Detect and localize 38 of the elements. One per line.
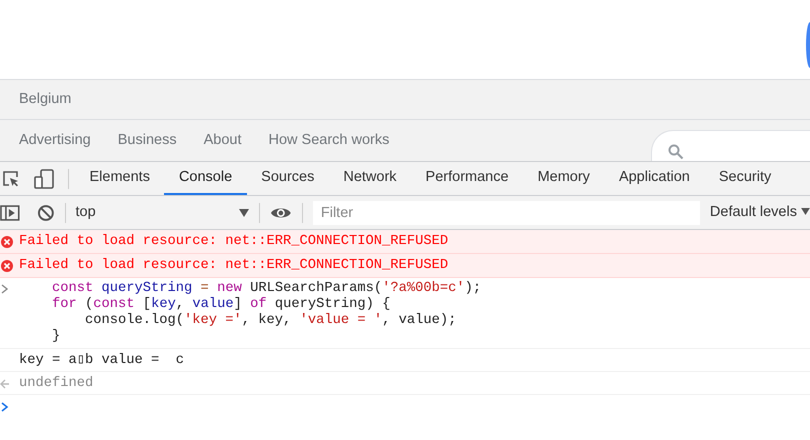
panel-tab[interactable]: Sources xyxy=(246,162,329,195)
device-toolbar-icon[interactable] xyxy=(34,168,54,188)
filter-field[interactable]: Filter xyxy=(312,200,700,224)
code-line: } xyxy=(51,329,62,345)
log-output: key = a▯b value = c xyxy=(19,353,184,368)
result-value: undefined xyxy=(19,376,94,391)
footer-link[interactable]: About xyxy=(204,130,242,152)
caret-icon xyxy=(801,208,810,216)
footer-link[interactable]: How Search works xyxy=(268,130,390,152)
error-message: Failed to load resource: net::ERR_CONNECTION_REFUSED xyxy=(19,258,448,273)
levels-dropdown[interactable]: Default levels xyxy=(710,202,810,224)
search-field[interactable] xyxy=(651,130,810,161)
context-dropdown[interactable]: top xyxy=(75,202,250,224)
footer-region: Belgium xyxy=(19,90,72,109)
error-icon xyxy=(0,235,14,249)
caret-icon xyxy=(239,208,250,216)
sidebar-toggle-icon[interactable] xyxy=(0,204,20,222)
inspect-icon[interactable] xyxy=(2,170,20,188)
chevron-icon xyxy=(1,284,9,294)
context-value: top xyxy=(75,202,96,222)
panel-tab[interactable]: Performance xyxy=(411,162,524,195)
error-icon xyxy=(0,259,14,273)
code-line: const queryString = new URLSearchParams('?a%00b=c'); xyxy=(51,281,482,297)
clear-console-icon[interactable] xyxy=(36,204,54,222)
error-message: Failed to load resource: net::ERR_CONNECTION_REFUSED xyxy=(19,234,448,249)
search-icon xyxy=(668,144,684,160)
return-arrow-icon xyxy=(0,379,10,389)
panel-tab[interactable]: Application xyxy=(604,162,704,195)
footer-link[interactable]: Advertising xyxy=(19,130,91,152)
panel-tab[interactable]: Elements xyxy=(75,162,164,195)
prompt-chevron-icon xyxy=(1,402,9,412)
panel-tab[interactable]: Memory xyxy=(523,162,604,195)
code-line: console.log('key =', key, 'value = ', value); xyxy=(84,313,458,329)
footer-link[interactable]: Business xyxy=(118,130,177,152)
eye-icon[interactable] xyxy=(270,206,292,220)
panel-tab[interactable]: Network xyxy=(328,162,412,195)
panel-tab[interactable]: Security xyxy=(704,162,786,195)
code-line: for (const [key, value] of queryString) { xyxy=(51,297,392,313)
